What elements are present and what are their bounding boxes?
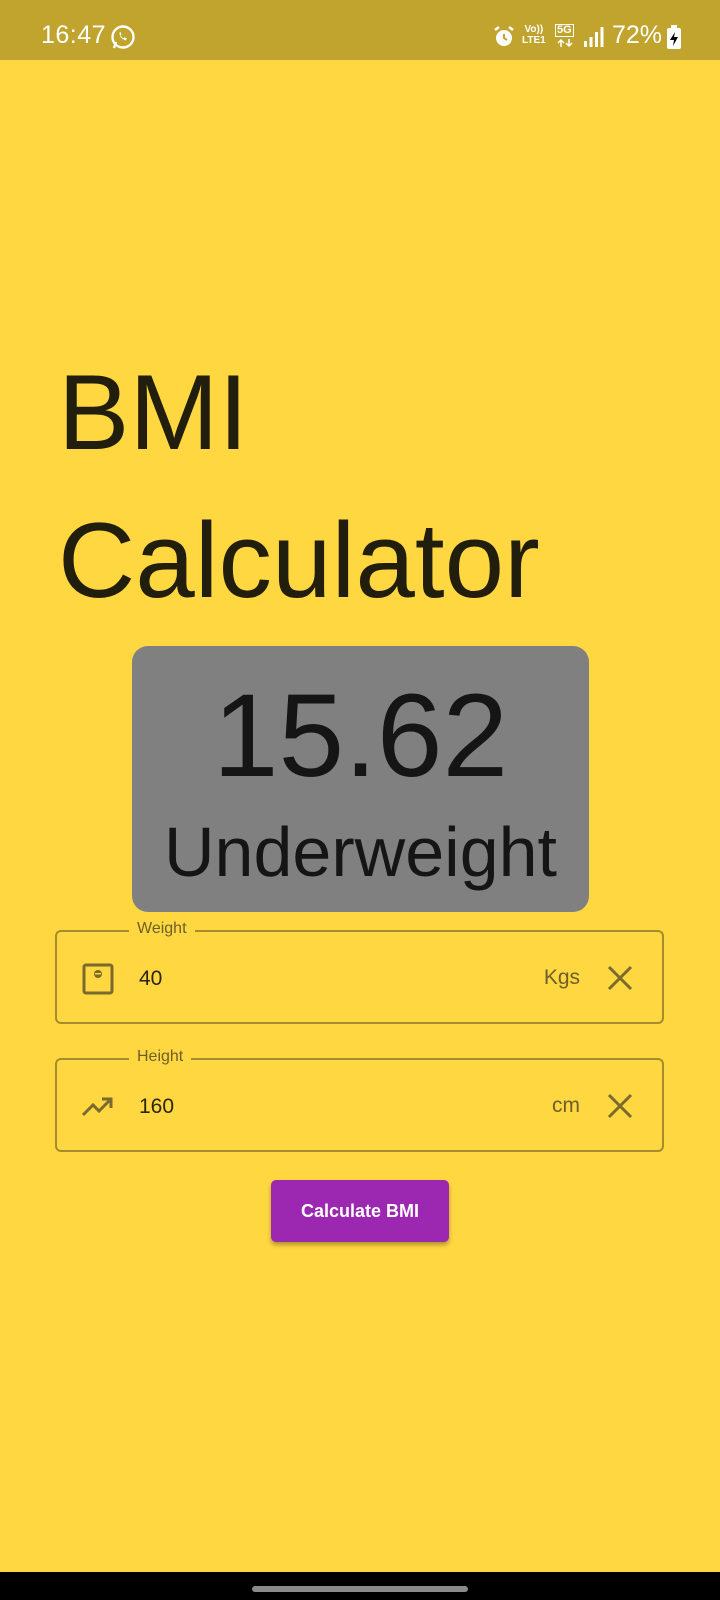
battery-charging-icon [667,25,681,49]
navigation-bar [0,1572,720,1600]
weight-unit: Kgs [543,966,580,989]
clear-height-icon[interactable] [602,1088,638,1124]
volte-label: Vo)) [524,24,544,35]
weight-input[interactable] [139,962,439,996]
status-bar: 16:47 Vo)) LTE1 5G 72% [0,0,720,60]
alarm-icon [494,26,514,46]
page-title: BMI Calculator [58,338,540,634]
height-unit: cm [552,1094,580,1117]
calculate-bmi-button[interactable]: Calculate BMI [271,1180,449,1242]
clear-weight-icon[interactable] [602,960,638,996]
network-indicator: 5G [555,24,577,50]
battery-percentage: 72% [612,21,663,49]
bmi-category: Underweight [164,813,557,891]
volte-indicator: Vo)) LTE1 [522,24,546,46]
home-gesture-handle[interactable] [252,1586,468,1592]
trending-up-icon [81,1097,113,1117]
whatsapp-icon [111,25,135,49]
height-field[interactable]: Height cm [55,1047,664,1152]
scale-icon [82,963,114,995]
height-label: Height [129,1047,192,1067]
data-arrows-icon [557,38,573,48]
signal-icon [584,27,604,47]
status-time: 16:47 [41,21,107,49]
weight-field[interactable]: Weight Kgs [55,919,664,1024]
title-line-2: Calculator [58,500,540,620]
network-type: 5G [555,24,574,37]
title-line-1: BMI [58,352,249,472]
weight-label: Weight [129,919,195,939]
bmi-result-card: 15.62 Underweight [132,646,589,912]
height-input[interactable] [139,1090,439,1124]
lte-label: LTE1 [522,35,546,46]
bmi-value: 15.62 [212,670,509,802]
